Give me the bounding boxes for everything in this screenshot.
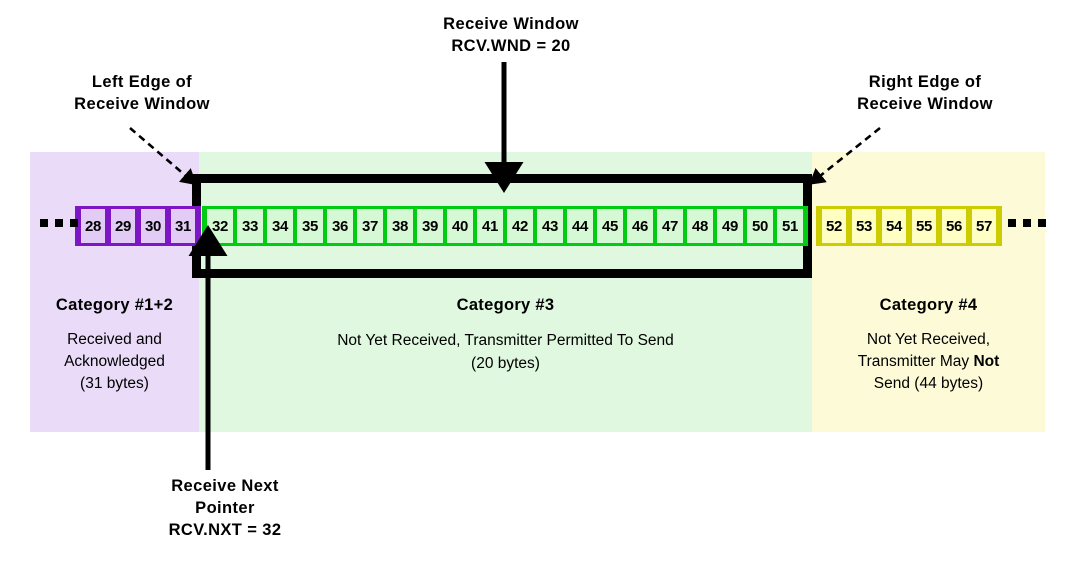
byte-strip-permitted-to-send: 32 33 34 35 36 37 38 39 40 41 42 43 44 4…	[202, 206, 808, 246]
category-3-label: Category #3 Not Yet Received, Transmitte…	[199, 296, 812, 376]
byte-cell: 45	[595, 209, 625, 243]
byte-strip-may-not-send: 52 53 54 55 56 57	[816, 206, 1002, 246]
byte-cell: 28	[78, 209, 108, 243]
category-3-description: Not Yet Received, Transmitter Permitted …	[199, 329, 812, 376]
category-3-desc-line2: (20 bytes)	[471, 355, 540, 373]
category-1-2-description: Received and Acknowledged (31 bytes)	[30, 329, 199, 395]
label-receive-window: Receive Window RCV.WND = 20	[366, 14, 656, 58]
byte-cell: 55	[909, 209, 939, 243]
byte-cell: 29	[108, 209, 138, 243]
byte-cell: 32	[205, 209, 235, 243]
byte-strip-acknowledged: 28 29 30 31	[75, 206, 201, 246]
byte-cell: 56	[939, 209, 969, 243]
category-1-2-title: Category #1+2	[55, 296, 174, 314]
byte-cell: 30	[138, 209, 168, 243]
label-receive-next-pointer: Receive Next Pointer RCV.NXT = 32	[110, 476, 340, 541]
right-edge-line1: Right Edge of	[868, 73, 982, 91]
category-4-label: Category #4 Not Yet Received, Transmitte…	[812, 296, 1045, 395]
left-edge-line1: Left Edge of	[91, 73, 193, 91]
category-1-2-desc-line2: Acknowledged	[64, 353, 165, 370]
category-1-2-label: Category #1+2 Received and Acknowledged …	[30, 296, 199, 395]
category-3-desc-line1: Not Yet Received, Transmitter Permitted …	[337, 332, 674, 349]
ellipsis-left-icon	[40, 219, 78, 227]
byte-cell: 36	[325, 209, 355, 243]
byte-cell: 49	[715, 209, 745, 243]
byte-cell: 52	[819, 209, 849, 243]
category-4-title: Category #4	[879, 296, 978, 314]
byte-cell: 41	[475, 209, 505, 243]
byte-cell: 37	[355, 209, 385, 243]
ellipsis-right-icon	[1008, 219, 1046, 227]
byte-cell: 42	[505, 209, 535, 243]
receive-window-line1: Receive Window	[443, 15, 579, 33]
byte-cell: 50	[745, 209, 775, 243]
byte-cell: 57	[969, 209, 999, 243]
byte-cell: 46	[625, 209, 655, 243]
right-edge-line2: Receive Window	[857, 94, 993, 113]
category-3-title: Category #3	[456, 296, 555, 314]
byte-cell: 39	[415, 209, 445, 243]
label-left-edge: Left Edge of Receive Window	[22, 72, 262, 116]
diagram-canvas: 28 29 30 31 32 33 34 35 36 37 38 39 40 4…	[0, 0, 1074, 561]
category-4-desc-line1: Not Yet Received,	[866, 331, 991, 348]
byte-cell: 35	[295, 209, 325, 243]
byte-cell: 31	[168, 209, 198, 243]
byte-cell: 47	[655, 209, 685, 243]
byte-cell: 43	[535, 209, 565, 243]
byte-cell: 53	[849, 209, 879, 243]
category-4-description: Not Yet Received, Transmitter May Not Se…	[812, 329, 1045, 395]
category-4-desc-line2: Transmitter May Not	[812, 351, 1045, 373]
byte-cell: 51	[775, 209, 805, 243]
byte-cell: 40	[445, 209, 475, 243]
receive-next-line2: Pointer	[195, 498, 255, 517]
left-edge-line2: Receive Window	[74, 94, 210, 113]
category-1-2-desc-line1: Received and	[67, 331, 162, 348]
byte-cell: 54	[879, 209, 909, 243]
category-4-desc-line2-emphasis: Not	[973, 353, 1000, 370]
label-right-edge: Right Edge of Receive Window	[800, 72, 1050, 116]
byte-cell: 44	[565, 209, 595, 243]
receive-next-line3: RCV.NXT = 32	[168, 520, 282, 539]
byte-cell: 48	[685, 209, 715, 243]
category-4-desc-line2-text: Transmitter May	[857, 353, 974, 370]
category-4-desc-line3: Send (44 bytes)	[873, 375, 984, 392]
receive-window-line2: RCV.WND = 20	[451, 36, 571, 55]
receive-next-line1: Receive Next	[171, 477, 279, 495]
byte-cell: 38	[385, 209, 415, 243]
byte-cell: 34	[265, 209, 295, 243]
byte-cell: 33	[235, 209, 265, 243]
category-1-2-desc-line3: (31 bytes)	[80, 375, 149, 392]
